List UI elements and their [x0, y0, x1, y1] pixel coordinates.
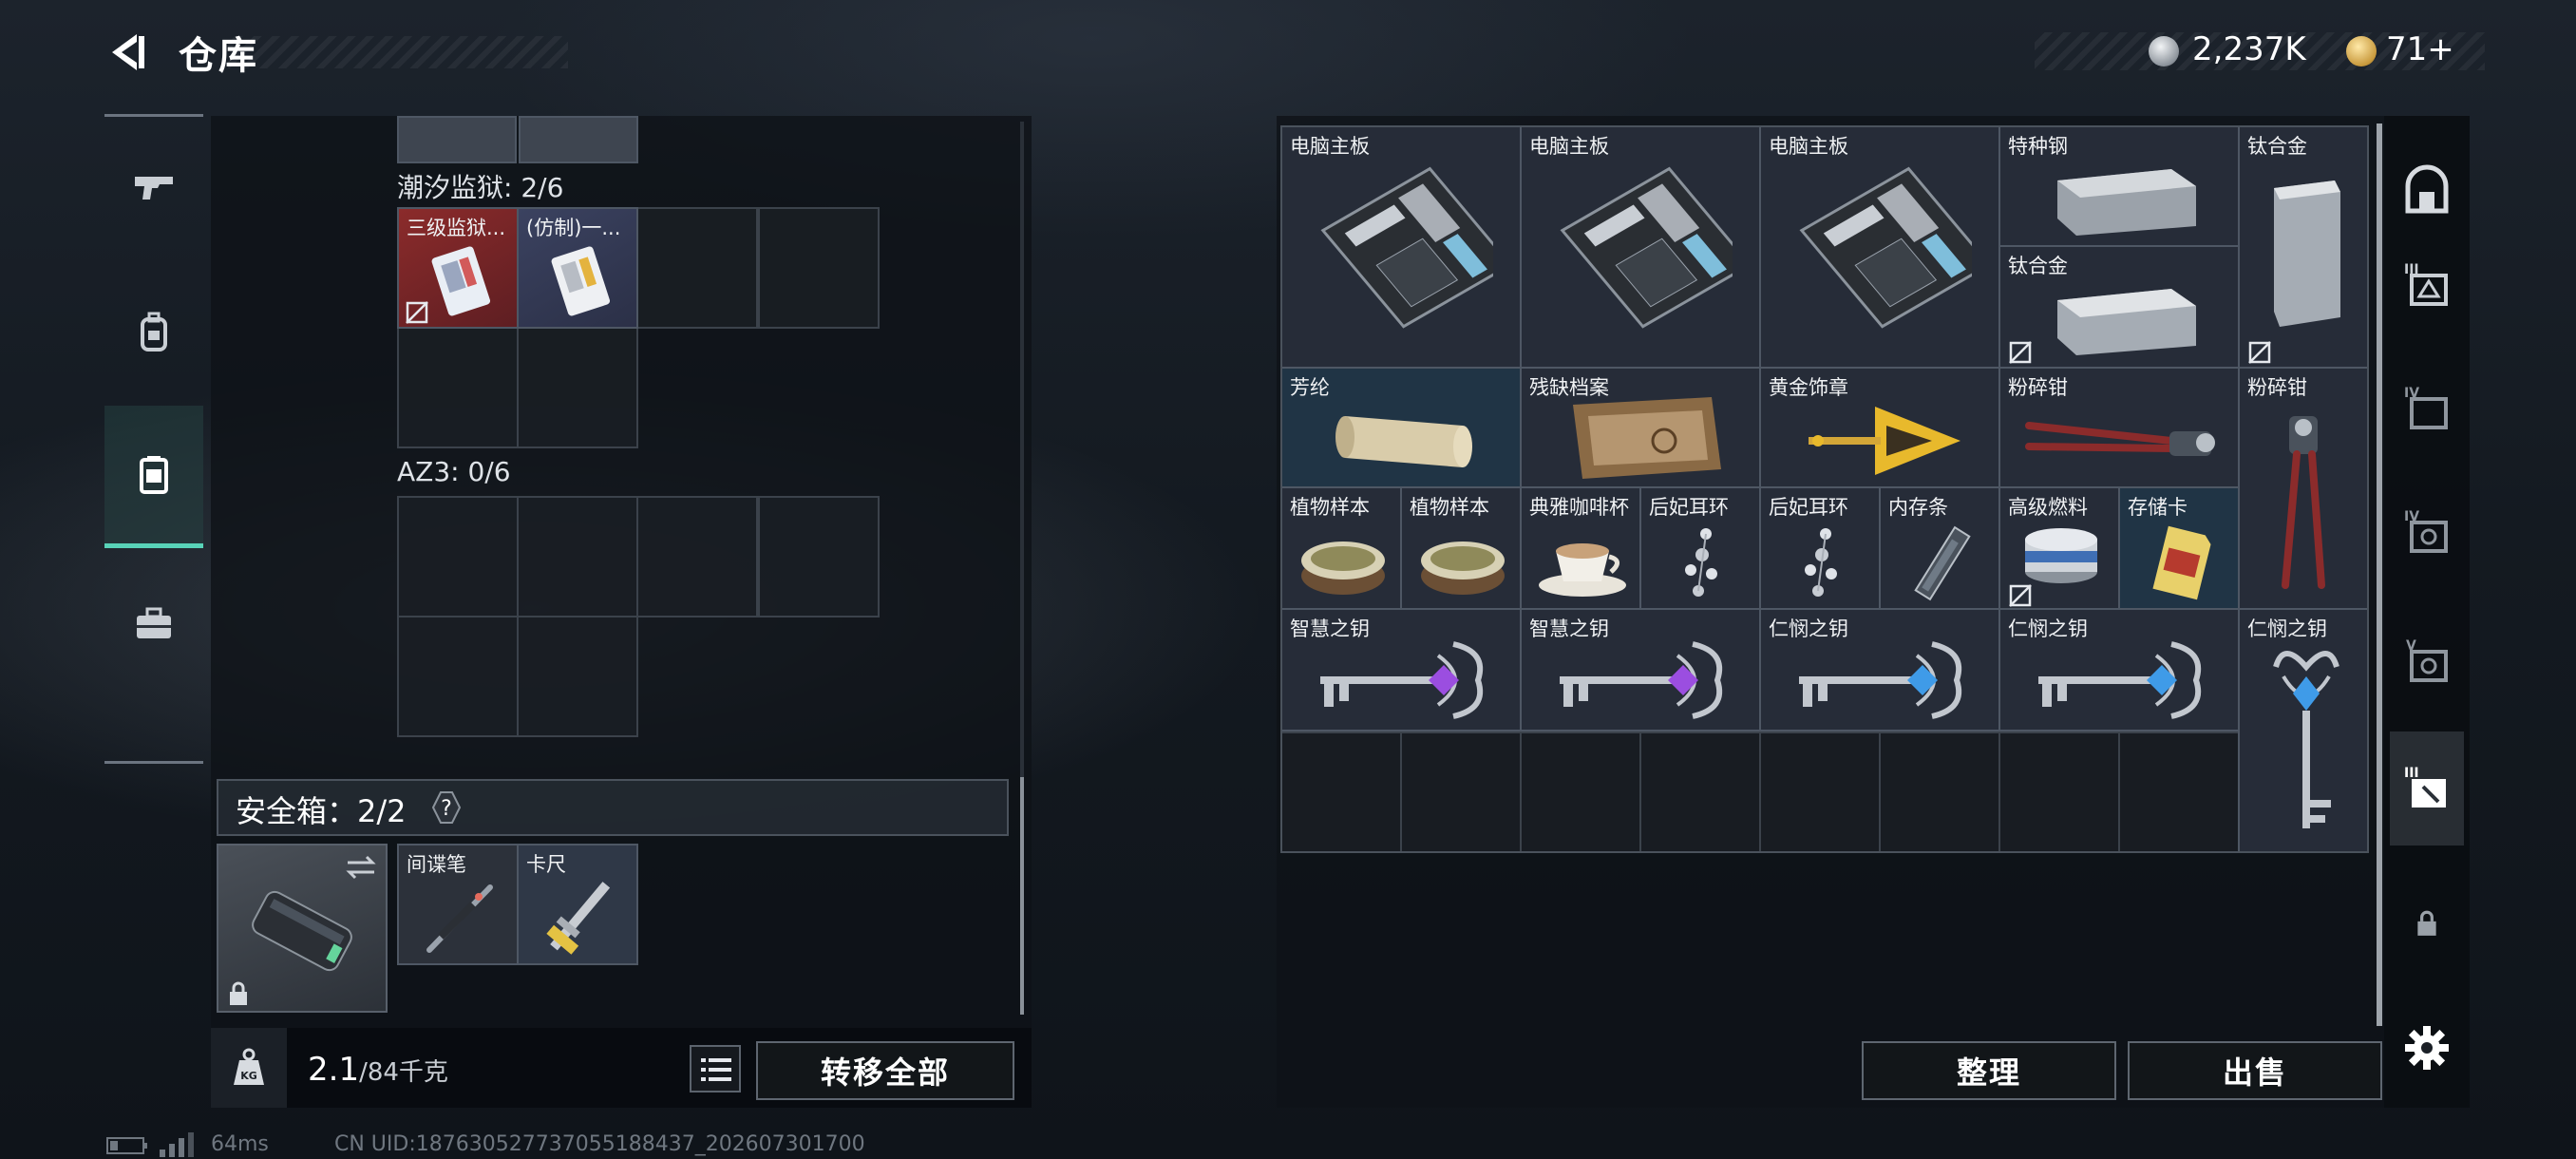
tab-containers[interactable] — [104, 406, 203, 548]
tab-stash-page-5[interactable]: V — [2390, 604, 2464, 718]
svg-text:III: III — [2404, 766, 2419, 781]
gold-coin-icon — [2346, 36, 2377, 66]
list-view-button[interactable] — [690, 1045, 741, 1092]
weight-max: /84千克 — [359, 1058, 448, 1087]
az3-label: AZ3: 0/6 — [397, 456, 511, 487]
replica-keycard-item[interactable]: (仿制)一... — [517, 207, 638, 329]
cropped-item[interactable] — [397, 116, 517, 163]
stash-page-4-icon: IV — [2404, 386, 2448, 429]
keycard-icon — [431, 246, 491, 316]
weight-icon: KG — [234, 1048, 264, 1085]
inventory-scrollbar-thumb[interactable] — [1020, 777, 1024, 1015]
cropped-item[interactable] — [519, 116, 638, 163]
silver-currency-amount: 2,237K — [2192, 30, 2306, 68]
stash-page-3-icon: III — [2404, 766, 2446, 808]
spy-pen-item[interactable]: 间谍笔 — [397, 844, 519, 965]
tab-toolbox[interactable] — [104, 552, 203, 694]
stash-page-5-icon: V — [2406, 638, 2448, 682]
caliper-icon — [546, 882, 611, 955]
stash-page-4-icon: IV — [2404, 509, 2448, 553]
weight-readout: 2.1/84千克 — [308, 1051, 448, 1089]
spy-pen-icon — [426, 884, 493, 953]
empty-slot[interactable] — [397, 616, 519, 737]
swap-icon[interactable] — [344, 853, 378, 882]
keycard-icon — [551, 246, 611, 316]
empty-slot[interactable] — [517, 496, 638, 618]
backpack-icon — [141, 312, 167, 352]
empty-slot[interactable] — [636, 207, 758, 329]
weight-current: 2.1 — [308, 1051, 360, 1089]
back-arrow-icon[interactable] — [103, 28, 150, 76]
safe-box-container[interactable] — [217, 844, 388, 1013]
stash-page-3-icon: III — [2404, 262, 2448, 306]
silver-coin-icon — [2149, 36, 2179, 66]
container-icon — [140, 455, 168, 494]
settings-gear-icon[interactable] — [2403, 1024, 2451, 1072]
weight-box: KG — [211, 1028, 287, 1108]
left-tab-bar — [104, 114, 203, 764]
page-title: 仓库 — [179, 34, 258, 78]
empty-slot[interactable] — [758, 207, 880, 329]
gold-currency-amount[interactable]: 71+ — [2386, 30, 2454, 68]
ping-readout: 64ms — [211, 1132, 269, 1156]
tab-armor[interactable] — [104, 261, 203, 404]
svg-text:KG: KG — [240, 1070, 257, 1082]
tab-stash-page-3[interactable]: III — [2390, 228, 2464, 342]
uid-readout: CN UID:187630527737055188437_20260730170… — [334, 1132, 865, 1156]
tab-stash-page-3-active[interactable]: III — [2390, 732, 2464, 846]
sell-button[interactable]: 出售 — [2128, 1041, 2382, 1100]
no-transfer-icon — [406, 301, 428, 324]
empty-slot[interactable] — [517, 616, 638, 737]
list-icon — [701, 1058, 731, 1081]
tab-locked-page[interactable] — [2390, 866, 2464, 980]
lock-icon — [230, 981, 247, 1005]
empty-slot[interactable] — [758, 496, 880, 618]
pistol-icon — [135, 177, 173, 200]
help-icon[interactable]: ? — [426, 788, 467, 826]
empty-slot[interactable] — [397, 327, 519, 448]
transfer-all-button[interactable]: 转移全部 — [756, 1041, 1014, 1100]
lock-icon — [2417, 910, 2436, 936]
prison-keycard-item[interactable]: 三级监狱... — [397, 207, 519, 329]
safe-case-icon — [252, 890, 352, 972]
stash-scrollbar[interactable] — [2377, 124, 2382, 1026]
signal-icon — [160, 1132, 194, 1157]
tab-stash-page-4a[interactable]: IV — [2390, 352, 2464, 466]
stash-grid — [1280, 125, 2369, 853]
empty-slot[interactable] — [517, 327, 638, 448]
sort-button[interactable]: 整理 — [1862, 1041, 2116, 1100]
safe-box-label: 安全箱：2/2 — [236, 793, 407, 829]
briefcase-icon — [137, 607, 171, 638]
empty-slot[interactable] — [636, 496, 758, 618]
help-glyph: ? — [441, 797, 452, 821]
caliper-item[interactable]: 卡尺 — [517, 844, 638, 965]
tide-prison-label: 潮汐监狱: 2/6 — [397, 172, 564, 203]
title-decoration — [228, 36, 568, 68]
tab-weapons[interactable] — [104, 117, 203, 259]
vault-icon — [2405, 164, 2449, 214]
battery-icon — [106, 1137, 147, 1154]
tab-stash-page-4b[interactable]: IV — [2390, 475, 2464, 589]
empty-slot[interactable] — [397, 496, 519, 618]
